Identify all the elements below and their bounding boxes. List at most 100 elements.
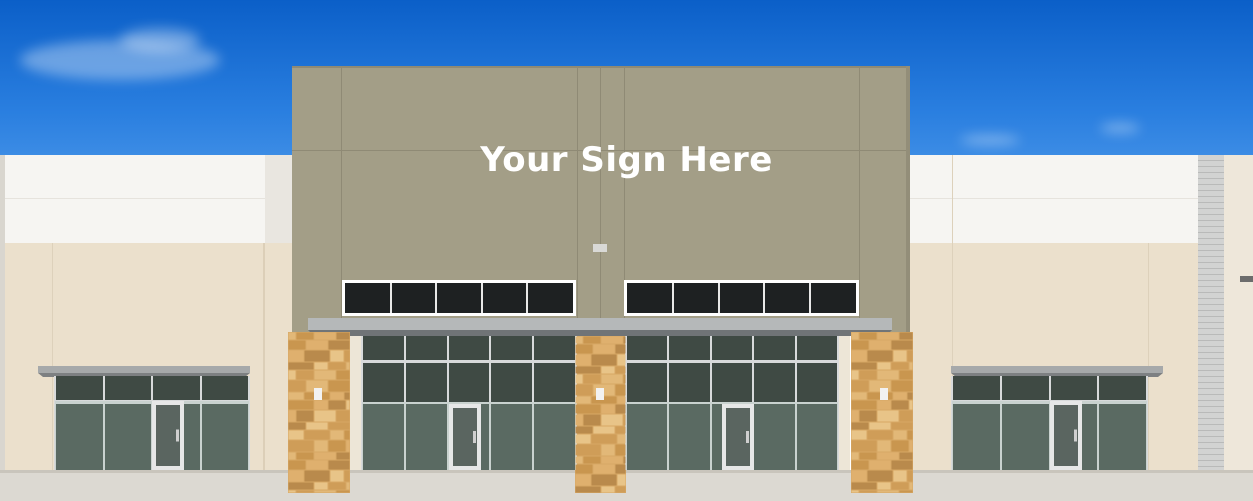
stone-block: [877, 332, 899, 340]
stone-block: [328, 362, 346, 370]
brick-line: [1198, 184, 1224, 185]
stone-block: [575, 426, 593, 434]
stone-block: [623, 374, 626, 384]
wall-light: [880, 388, 888, 400]
brick-line: [1198, 382, 1224, 383]
brick-line: [1198, 298, 1224, 299]
stone-block: [615, 344, 626, 354]
stone-block: [328, 380, 350, 392]
stone-block: [909, 400, 913, 410]
stone-block: [288, 440, 314, 452]
stone-block: [617, 434, 626, 444]
stone-block: [877, 400, 891, 410]
stone-block: [288, 422, 306, 430]
stone-block: [851, 380, 869, 392]
brick-line: [1198, 262, 1224, 263]
stone-block: [344, 430, 350, 440]
stone-block: [867, 430, 893, 440]
stone-block: [877, 370, 899, 380]
brick-line: [1198, 220, 1224, 221]
brick-line: [1198, 208, 1224, 209]
stone-block: [346, 482, 350, 490]
stone-block: [851, 340, 869, 350]
brick-line: [1198, 430, 1224, 431]
stone-block: [851, 400, 877, 410]
stone-block: [909, 362, 913, 370]
stone-block: [867, 350, 893, 362]
stone-block: [314, 362, 328, 370]
stone-block: [899, 452, 913, 460]
stone-block: [314, 490, 336, 493]
stone-block: [575, 336, 583, 344]
brick-line: [1198, 334, 1224, 335]
brick-line: [1198, 166, 1224, 167]
stone-block: [575, 464, 593, 474]
stone-block: [288, 482, 314, 490]
stone-block: [314, 452, 336, 460]
stone-block: [314, 332, 336, 340]
stone-block: [346, 362, 350, 370]
brick-line: [1198, 280, 1224, 281]
stone-block: [575, 486, 601, 493]
mullion: [481, 283, 483, 313]
brick-line: [1198, 226, 1224, 227]
brick-line: [1198, 394, 1224, 395]
stone-block: [601, 366, 615, 374]
stone-block: [306, 460, 328, 470]
brick-line: [1198, 202, 1224, 203]
stone-block: [575, 444, 601, 456]
stone-block: [346, 440, 350, 452]
stone-block: [909, 440, 913, 452]
stone-block: [907, 430, 913, 440]
brick-line: [1198, 406, 1224, 407]
stone-block: [615, 384, 626, 396]
brick-line: [1198, 376, 1224, 377]
stone-block: [344, 350, 350, 362]
stone-block: [296, 332, 314, 340]
stone-block: [601, 486, 615, 493]
brick-line: [1198, 400, 1224, 401]
transom: [626, 360, 838, 363]
stone-block: [336, 410, 350, 422]
stone-block: [336, 490, 350, 493]
brick-line: [1198, 286, 1224, 287]
stone-block: [336, 332, 350, 340]
stone-block: [288, 370, 296, 380]
stone-block: [328, 440, 346, 452]
mullion: [390, 283, 392, 313]
stone-block: [877, 452, 899, 460]
stone-block: [891, 400, 909, 410]
stone-block: [851, 440, 877, 452]
stone-block: [893, 470, 907, 482]
stone-block: [288, 400, 314, 410]
stone-block: [851, 332, 859, 340]
stone-block: [593, 464, 615, 474]
brick-line: [1198, 316, 1224, 317]
stone-block: [288, 410, 296, 422]
stone-block: [288, 350, 304, 362]
brick-line: [1198, 232, 1224, 233]
stone-block: [296, 452, 314, 460]
stone-block: [891, 482, 909, 490]
storefront-scene: Your Sign Here: [0, 0, 1253, 501]
stone-block: [593, 426, 615, 434]
stone-block: [575, 456, 583, 464]
stone-block: [615, 366, 626, 374]
stone-block: [288, 340, 306, 350]
brick-line: [1198, 250, 1224, 251]
brick-line: [1198, 328, 1224, 329]
stone-block: [851, 430, 867, 440]
stone-block: [859, 490, 877, 493]
stone-block: [859, 410, 877, 422]
stone-block: [851, 482, 877, 490]
awning: [38, 366, 250, 373]
stone-block: [288, 490, 296, 493]
stone-block: [867, 470, 893, 482]
stone-block: [891, 422, 913, 430]
stone-block: [314, 370, 336, 380]
brick-line: [1198, 466, 1224, 467]
stone-block: [575, 414, 583, 426]
mullion: [526, 283, 528, 313]
sidewalk: [0, 470, 1253, 501]
door-handle: [1074, 429, 1077, 442]
